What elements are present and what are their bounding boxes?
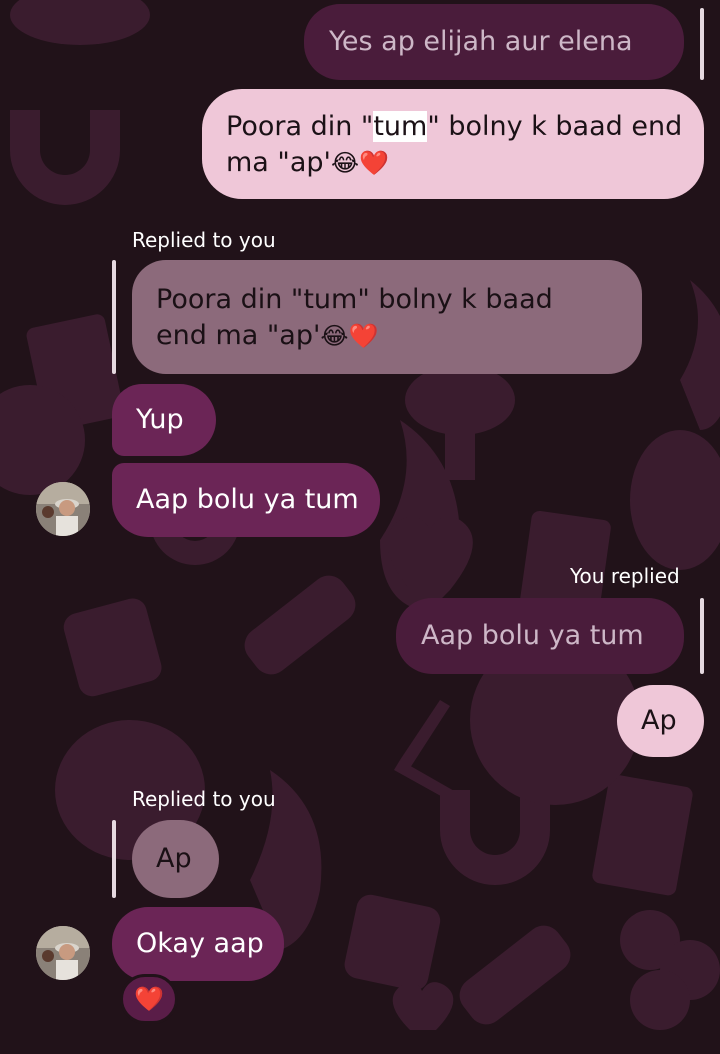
quoted-message-text: Aap bolu ya tum bbox=[421, 620, 644, 651]
replied-to-you-label: Replied to you bbox=[132, 228, 276, 252]
message-text: Ap bbox=[641, 705, 677, 736]
incoming-quoted-message[interactable]: Poora din "tum" bolny k baad end ma "ap'… bbox=[132, 260, 642, 374]
outgoing-quoted-message[interactable]: Aap bolu ya tum bbox=[396, 598, 684, 674]
sender-avatar[interactable] bbox=[36, 926, 90, 980]
incoming-message[interactable]: Okay aap bbox=[112, 907, 284, 981]
outgoing-message[interactable]: Poora din "tum" bolny k baad end ma "ap'… bbox=[202, 89, 704, 199]
emoji-laugh-heart: 😂❤️ bbox=[320, 322, 379, 350]
quote-bar bbox=[700, 598, 704, 674]
message-line-2: ma "ap'😂❤️ bbox=[226, 147, 389, 178]
message-line-1: Poora din "tum" bolny k baad end bbox=[226, 111, 683, 142]
quote-line-1: Poora din "tum" bolny k baad bbox=[156, 284, 553, 315]
outgoing-message[interactable]: Ap bbox=[617, 685, 704, 757]
replied-to-you-label: Replied to you bbox=[132, 787, 276, 811]
message-text: Okay aap bbox=[136, 928, 264, 959]
quoted-message-text: Ap bbox=[156, 843, 192, 874]
quote-bar bbox=[112, 820, 116, 898]
heart-reaction-icon[interactable]: ❤️ bbox=[120, 974, 178, 1024]
quote-bar bbox=[700, 8, 704, 80]
incoming-quoted-message[interactable]: Ap bbox=[132, 820, 219, 898]
quote-line-2: end ma "ap'😂❤️ bbox=[156, 320, 379, 351]
outgoing-quoted-message[interactable]: Yes ap elijah aur elena bbox=[304, 4, 684, 80]
quote-bar bbox=[112, 260, 116, 374]
incoming-message[interactable]: Aap bolu ya tum bbox=[112, 463, 380, 537]
quoted-message-text: Yes ap elijah aur elena bbox=[329, 26, 633, 57]
incoming-message[interactable]: Yup bbox=[112, 384, 216, 456]
message-text: Aap bolu ya tum bbox=[136, 484, 359, 515]
sender-avatar[interactable] bbox=[36, 482, 90, 536]
highlighted-word: tum bbox=[373, 111, 428, 142]
message-text: Yup bbox=[136, 404, 184, 435]
emoji-laugh-heart: 😂❤️ bbox=[330, 149, 389, 177]
you-replied-label: You replied bbox=[570, 564, 680, 588]
